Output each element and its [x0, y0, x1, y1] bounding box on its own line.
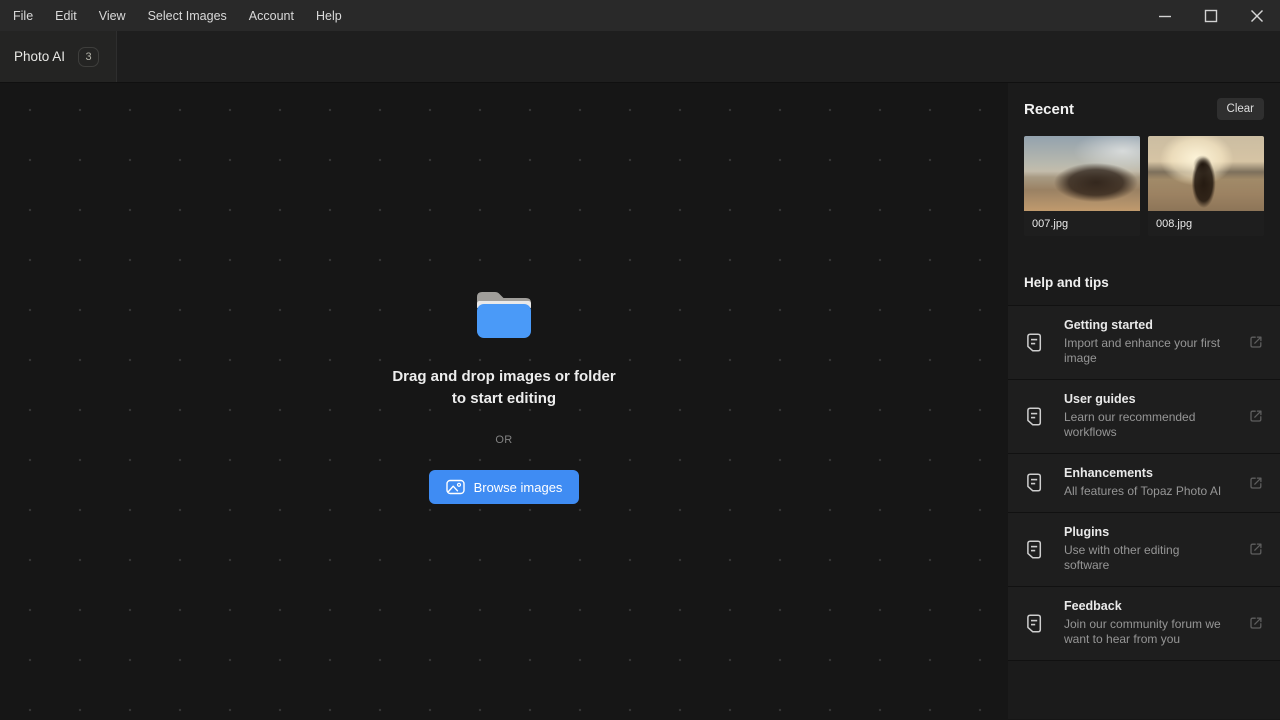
clear-recent-button[interactable]: Clear	[1217, 98, 1264, 120]
external-link-icon	[1248, 334, 1264, 350]
tab-photo-ai[interactable]: Photo AI 3	[0, 31, 117, 82]
close-icon	[1250, 9, 1264, 23]
minimize-button[interactable]	[1142, 0, 1188, 31]
document-icon	[1024, 473, 1044, 492]
help-item-description: All features of Topaz Photo AI	[1064, 484, 1224, 499]
help-item-title: Getting started	[1064, 318, 1240, 332]
document-icon	[1024, 614, 1044, 633]
thumbnail-image	[1148, 136, 1264, 211]
image-drop-zone[interactable]: Drag and drop images or folder to start …	[0, 83, 1008, 719]
menu-item-view[interactable]: View	[88, 0, 137, 31]
help-item-title: User guides	[1064, 392, 1240, 406]
or-separator-label: OR	[495, 434, 512, 446]
help-item-plugins[interactable]: Plugins Use with other editing software	[1008, 513, 1280, 587]
tab-bar: Photo AI 3	[0, 31, 1280, 83]
dropzone-title: Drag and drop images or folder to start …	[388, 366, 620, 410]
tab-count-badge: 3	[78, 47, 99, 67]
help-item-description: Join our community forum we want to hear…	[1064, 617, 1224, 647]
help-list: Getting started Import and enhance your …	[1008, 305, 1280, 661]
external-link-icon	[1248, 475, 1264, 491]
document-icon	[1024, 333, 1044, 352]
help-and-tips-title: Help and tips	[1008, 275, 1280, 290]
external-link-icon	[1248, 541, 1264, 557]
help-item-title: Feedback	[1064, 599, 1240, 613]
menu-item-help[interactable]: Help	[305, 0, 353, 31]
document-icon	[1024, 540, 1044, 559]
titlebar: FileEditViewSelect ImagesAccountHelp	[0, 0, 1280, 31]
help-item-feedback[interactable]: Feedback Join our community forum we wan…	[1008, 587, 1280, 661]
help-item-description: Learn our recommended workflows	[1064, 410, 1224, 440]
help-item-user-guides[interactable]: User guides Learn our recommended workfl…	[1008, 380, 1280, 454]
window-controls	[1142, 0, 1280, 31]
thumbnail-filename: 007.jpg	[1024, 211, 1140, 236]
tab-label: Photo AI	[14, 49, 65, 64]
recent-thumbnail-007-jpg[interactable]: 007.jpg	[1024, 136, 1140, 236]
help-item-description: Import and enhance your first image	[1064, 336, 1224, 366]
browse-images-label: Browse images	[474, 480, 563, 495]
browse-images-button[interactable]: Browse images	[429, 470, 580, 504]
close-button[interactable]	[1234, 0, 1280, 31]
menu-bar: FileEditViewSelect ImagesAccountHelp	[0, 0, 353, 31]
recent-title: Recent	[1024, 101, 1074, 118]
document-icon	[1024, 407, 1044, 426]
recent-header: Recent Clear	[1008, 83, 1280, 134]
thumbnail-image	[1024, 136, 1140, 211]
help-item-description: Use with other editing software	[1064, 543, 1224, 573]
recent-thumbnail-008-jpg[interactable]: 008.jpg	[1148, 136, 1264, 236]
menu-item-edit[interactable]: Edit	[44, 0, 88, 31]
help-item-title: Plugins	[1064, 525, 1240, 539]
maximize-icon	[1204, 9, 1218, 23]
external-link-icon	[1248, 408, 1264, 424]
folder-icon	[472, 284, 536, 340]
menu-item-file[interactable]: File	[2, 0, 44, 31]
minimize-icon	[1158, 9, 1172, 23]
menu-item-select-images[interactable]: Select Images	[137, 0, 238, 31]
recent-thumbnails: 007.jpg 008.jpg	[1008, 134, 1280, 236]
sidebar: Recent Clear 007.jpg 008.jpg Help and ti…	[1008, 83, 1280, 719]
help-item-title: Enhancements	[1064, 466, 1240, 480]
help-item-getting-started[interactable]: Getting started Import and enhance your …	[1008, 306, 1280, 380]
menu-item-account[interactable]: Account	[238, 0, 305, 31]
image-icon	[446, 479, 465, 495]
external-link-icon	[1248, 615, 1264, 631]
thumbnail-filename: 008.jpg	[1148, 211, 1264, 236]
help-item-enhancements[interactable]: Enhancements All features of Topaz Photo…	[1008, 454, 1280, 513]
maximize-button[interactable]	[1188, 0, 1234, 31]
